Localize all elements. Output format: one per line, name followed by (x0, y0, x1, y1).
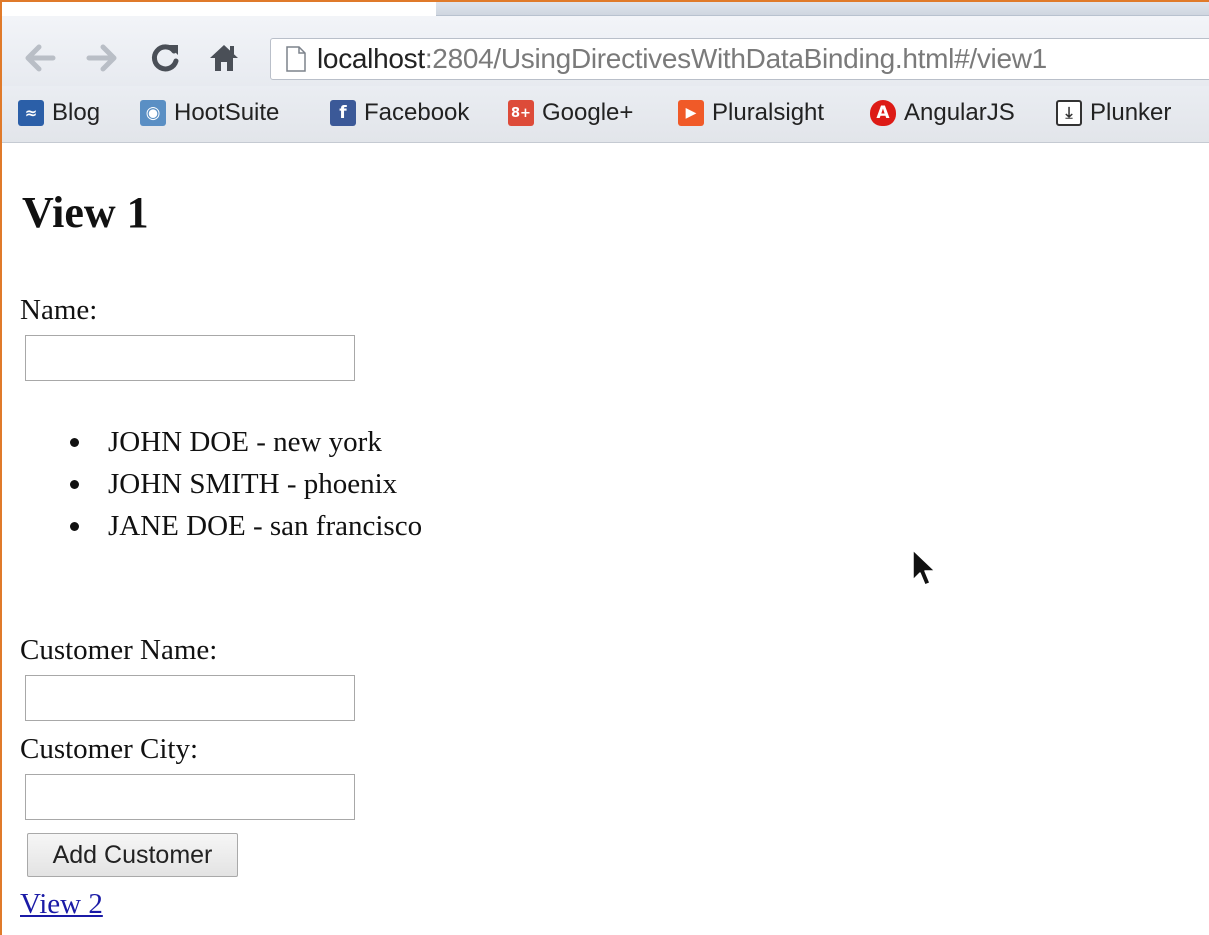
plunker-download-icon: ⤓ (1056, 100, 1082, 126)
customer-text: JOHN DOE - new york (108, 426, 382, 458)
hootsuite-owl-icon: ◉ (140, 100, 166, 126)
bookmark-pluralsight[interactable]: ▶ Pluralsight (678, 96, 824, 130)
address-bar[interactable]: localhost:2804/UsingDirectivesWithDataBi… (270, 38, 1209, 80)
back-button[interactable] (20, 38, 60, 78)
google-plus-icon: 8+ (508, 100, 534, 126)
list-item: JANE DOE - san francisco (70, 505, 423, 547)
customer-text: JOHN SMITH - phoenix (108, 468, 398, 500)
page-content: View 1 Name: JOHN DOE - new york JOHN SM… (2, 143, 1209, 935)
bookmark-label: Facebook (364, 99, 470, 126)
bullet-icon (70, 438, 79, 447)
page-icon (286, 46, 306, 72)
bullet-icon (70, 480, 79, 489)
customer-list: JOHN DOE - new york JOHN SMITH - phoenix… (2, 421, 422, 547)
angularjs-shield-icon: A (870, 100, 896, 126)
customer-city-label: Customer City: (20, 733, 199, 765)
facebook-icon: f (330, 100, 356, 126)
home-icon (210, 45, 238, 71)
mouse-cursor-icon (912, 549, 936, 586)
bookmark-hootsuite[interactable]: ◉ HootSuite (140, 96, 279, 130)
name-input[interactable] (25, 335, 355, 381)
bookmark-label: Blog (52, 99, 101, 126)
bookmark-label: Pluralsight (712, 99, 825, 126)
active-tab[interactable] (436, 2, 1209, 16)
forward-arrow-icon (86, 44, 117, 72)
bookmark-label: HootSuite (174, 99, 280, 126)
bookmark-label: Plunker (1090, 99, 1172, 126)
bookmark-google-plus[interactable]: 8+ Google+ (508, 96, 633, 130)
browser-toolbar: localhost:2804/UsingDirectivesWithDataBi… (2, 16, 1209, 95)
url-text: localhost:2804/UsingDirectivesWithDataBi… (317, 43, 1047, 75)
customer-city-input[interactable] (25, 774, 355, 820)
url-host: localhost (317, 43, 425, 74)
bookmark-facebook[interactable]: f Facebook (330, 96, 469, 130)
customer-name-input[interactable] (25, 675, 355, 721)
bookmark-label: AngularJS (904, 99, 1015, 126)
reload-button[interactable] (145, 38, 185, 78)
customer-name-label: Customer Name: (20, 634, 218, 666)
name-label: Name: (20, 294, 98, 326)
bullet-icon (70, 522, 79, 531)
customer-text: JANE DOE - san francisco (108, 510, 423, 542)
url-path: :2804/UsingDirectivesWithDataBinding.htm… (424, 43, 1047, 74)
pluralsight-play-icon: ▶ (678, 100, 704, 126)
bookmark-plunker[interactable]: ⤓ Plunker (1056, 96, 1171, 130)
home-button[interactable] (204, 38, 244, 78)
page-title: View 1 (22, 188, 149, 237)
list-item: JOHN SMITH - phoenix (70, 463, 422, 505)
forward-button[interactable] (82, 38, 122, 78)
bookmarks-bar: ≈ Blog ◉ HootSuite f Facebook 8+ Google+… (2, 86, 1209, 143)
add-customer-button[interactable]: Add Customer (27, 833, 238, 877)
aspnet-icon: ≈ (18, 100, 44, 126)
reload-icon (151, 44, 179, 72)
bookmark-blog[interactable]: ≈ Blog (18, 96, 100, 130)
list-item: JOHN DOE - new york (70, 421, 422, 463)
bookmark-label: Google+ (542, 99, 634, 126)
view-2-link[interactable]: View 2 (20, 887, 103, 921)
bookmark-angularjs[interactable]: A AngularJS (870, 96, 1015, 130)
back-arrow-icon (25, 44, 56, 72)
